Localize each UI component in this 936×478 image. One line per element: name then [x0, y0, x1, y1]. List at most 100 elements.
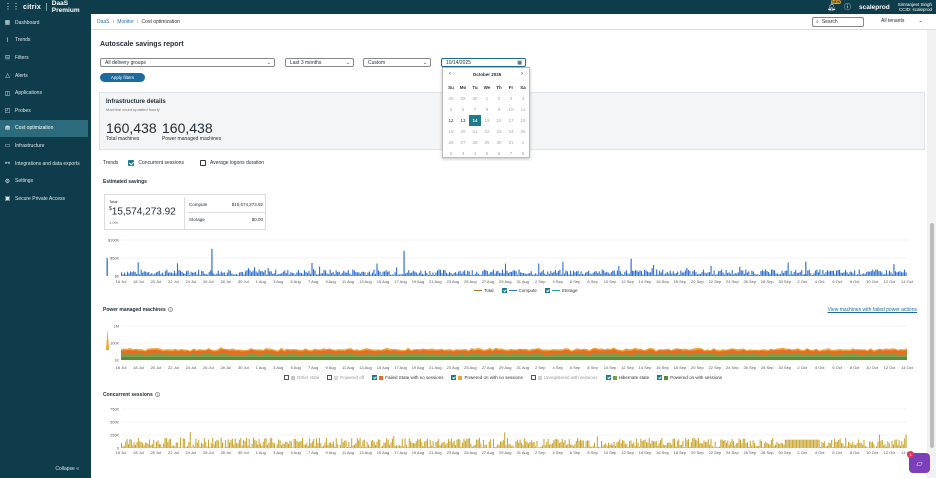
- info-icon[interactable]: i: [167, 307, 173, 312]
- savings-bar: [884, 273, 886, 276]
- sidebar-item-secure-private-access[interactable]: ▣ Secure Private Access: [0, 190, 91, 208]
- sidebar-item-label: Cost optimization: [15, 125, 54, 132]
- calendar-day[interactable]: 13: [457, 115, 469, 126]
- legend-item[interactable]: Powered on with sessions: [657, 375, 722, 380]
- legend-checkbox[interactable]: [284, 375, 289, 380]
- sessions-bar: [579, 439, 581, 448]
- savings-bar: [456, 273, 458, 276]
- savings-bar: [772, 269, 774, 276]
- legend-item[interactable]: Failed State with no sessions: [372, 375, 443, 380]
- chevron-right-icon: ›: [136, 18, 139, 25]
- savings-bar: [786, 270, 788, 276]
- sessions-bar: [462, 442, 464, 448]
- sessions-bar: [535, 446, 537, 448]
- sessions-bar: [575, 440, 577, 448]
- sidebar-item-settings[interactable]: ⚙ Settings: [0, 172, 91, 190]
- app-grid-icon[interactable]: ⋮⋮: [4, 3, 20, 11]
- legend-item[interactable]: Storage: [544, 288, 578, 293]
- legend-item[interactable]: Other state: [284, 375, 319, 380]
- savings-bar: [501, 269, 504, 276]
- savings-bar: [846, 272, 848, 276]
- sessions-bar: [244, 441, 246, 448]
- page-scrollbar[interactable]: [928, 30, 936, 478]
- question-circle-icon[interactable]: ⓘ: [844, 2, 851, 12]
- savings-bar: [724, 274, 726, 276]
- sidebar-item-applications[interactable]: ◫ Applications: [0, 84, 91, 102]
- savings-bar: [808, 269, 810, 276]
- sidebar-item-trends[interactable]: ⌇ Trends: [0, 32, 91, 50]
- savings-bar: [631, 270, 633, 276]
- breadcrumb-monitor[interactable]: Monitor: [117, 19, 134, 25]
- legend-item[interactable]: Powered on with no sessions: [451, 375, 523, 380]
- savings-bar: [222, 272, 224, 276]
- sidebar-item-cost-optimization[interactable]: ⛃ Cost optimization: [0, 119, 88, 138]
- sessions-bar: [344, 440, 346, 448]
- sessions-bar: [624, 443, 626, 448]
- sessions-bar: [783, 444, 785, 448]
- sidebar-item-alerts[interactable]: △ Alerts: [0, 67, 91, 85]
- savings-bar: [272, 273, 274, 276]
- savings-bar: [225, 274, 227, 276]
- legend-checkbox[interactable]: [544, 288, 550, 293]
- savings-bar: [905, 272, 907, 276]
- savings-bar: [350, 274, 352, 276]
- sessions-bar: [756, 446, 758, 448]
- savings-bar: [297, 270, 299, 276]
- sessions-bar: [630, 440, 632, 448]
- legend-checkbox[interactable]: [327, 375, 333, 380]
- sessions-bar: [523, 438, 525, 448]
- legend-item[interactable]: Powered off: [327, 375, 364, 380]
- sessions-bar: [704, 441, 706, 448]
- savings-bar: [766, 270, 768, 276]
- legend-item[interactable]: Hibernate state: [605, 375, 649, 380]
- savings-bar: [495, 271, 497, 276]
- tenants-dropdown[interactable]: All tenants ⌄: [881, 18, 923, 24]
- legend-checkbox[interactable]: [605, 375, 611, 380]
- legend-checkbox[interactable]: [372, 375, 378, 380]
- savings-bar: [234, 274, 236, 276]
- legend-item[interactable]: Unregistered with sessions: [530, 375, 598, 380]
- sidebar-item-probes[interactable]: ◰ Probes: [0, 102, 91, 120]
- savings-bar: [387, 271, 389, 276]
- x-tick-label: 5 Aug: [291, 450, 301, 455]
- breadcrumb-daas[interactable]: DaaS: [97, 19, 110, 25]
- savings-bar: [204, 273, 206, 276]
- sessions-bar: [598, 446, 600, 448]
- info-icon[interactable]: i: [154, 392, 160, 397]
- legend-item[interactable]: Compute: [501, 288, 537, 293]
- collapse-button[interactable]: Collapse «: [55, 466, 79, 472]
- savings-bar: [498, 272, 500, 276]
- sidebar-item-integrations-and-data-exports[interactable]: ⚯ Integrations and data exports: [0, 155, 91, 173]
- view-failed-machines-link[interactable]: View machines with failed power actions: [828, 307, 917, 313]
- legend-checkbox[interactable]: [530, 375, 536, 380]
- user-menu[interactable]: Simranjeet Singh CCID: scaleprod: [898, 2, 932, 12]
- savings-bar: [476, 271, 478, 276]
- sessions-bar: [429, 439, 431, 448]
- savings-bar: [851, 271, 853, 276]
- savings-bar: [199, 274, 201, 276]
- legend-checkbox[interactable]: [657, 375, 663, 380]
- calendar-day[interactable]: 12: [445, 115, 457, 126]
- sessions-bar: [608, 442, 610, 448]
- legend-item[interactable]: Total: [474, 288, 494, 293]
- legend-checkbox[interactable]: [501, 288, 507, 293]
- sidebar-item-dashboard[interactable]: ▦ Dashboard: [0, 14, 91, 32]
- search-input[interactable]: ⌕ Search: [812, 17, 864, 27]
- sessions-bar: [219, 447, 221, 448]
- savings-bar: [491, 271, 493, 276]
- sessions-bar: [821, 441, 823, 448]
- savings-bar: [536, 274, 538, 276]
- sidebar-item-infrastructure[interactable]: ▭ Infrastructure: [0, 137, 91, 155]
- sessions-bar: [213, 444, 215, 448]
- sessions-bar: [831, 439, 833, 448]
- sidebar-item-filters[interactable]: ⊟ Filters: [0, 49, 91, 67]
- savings-bar: [810, 273, 812, 276]
- calendar-day-selected[interactable]: 14: [469, 115, 481, 126]
- bell-icon[interactable]: 🔔︎ NEW: [827, 0, 842, 11]
- legend-checkbox[interactable]: [451, 375, 457, 380]
- customer-name[interactable]: scaleprod: [859, 4, 890, 11]
- sessions-bar: [435, 442, 437, 448]
- next-month-button[interactable]: ›: [521, 71, 523, 77]
- scrollbar-thumb[interactable]: [930, 223, 934, 448]
- assistant-button[interactable]: ▱ 1: [907, 451, 930, 473]
